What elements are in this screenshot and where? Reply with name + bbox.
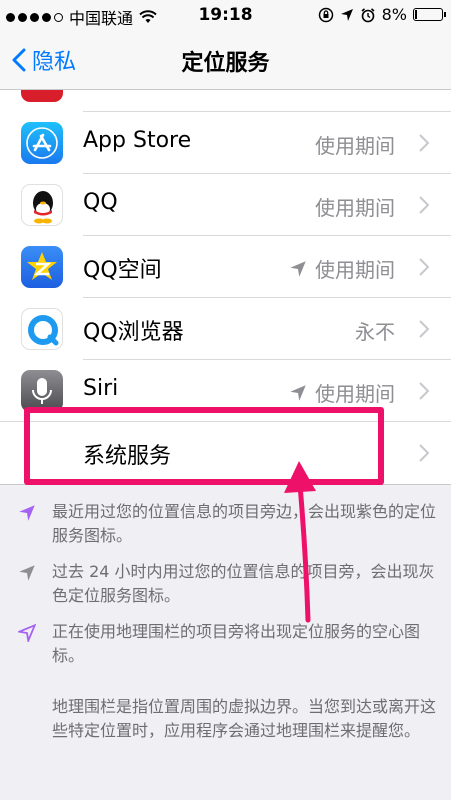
location-arrow-icon [290, 384, 306, 401]
list-item-qq-browser[interactable]: QQ浏览器 永不 [0, 298, 451, 360]
status-right: 8% [318, 5, 446, 24]
chevron-right-icon [419, 320, 429, 338]
chevron-right-icon [419, 196, 429, 214]
qq-icon [21, 184, 63, 226]
status-bar: 中国联通 19:18 8% [0, 0, 451, 30]
app-name: Siri [83, 376, 119, 401]
app-store-icon [21, 122, 63, 164]
navigation-bar: 隐私 定位服务 [0, 30, 451, 90]
location-arrow-icon [19, 505, 35, 521]
app-name: QQ空间 [83, 258, 162, 283]
location-arrow-icon [340, 8, 353, 21]
qzone-icon [21, 246, 63, 288]
location-permission: 使用期间 [289, 254, 395, 283]
location-arrow-outline-icon [18, 624, 36, 642]
geofence-explanation: 地理围栏是指位置周围的虚拟边界。当您到达或离开这些特定位置时，应用程序会通过地理… [52, 697, 437, 740]
app-name: QQ浏览器 [83, 320, 184, 345]
legend-item-24h: 过去 24 小时内用过您的位置信息的项目旁，会出现灰色定位服务图标。 [18, 560, 438, 608]
location-permission: 使用期间 [315, 196, 395, 220]
list-item-partial[interactable] [0, 90, 451, 112]
location-permission: 使用期间 [315, 134, 395, 158]
battery-icon [413, 8, 446, 21]
legend-item-recent: 最近用过您的位置信息的项目旁边，会出现紫色的定位服务图标。 [18, 500, 438, 548]
location-arrow-icon [19, 565, 35, 581]
battery-percent: 8% [381, 5, 407, 24]
page-title: 定位服务 [181, 51, 270, 76]
chevron-right-icon [419, 258, 429, 276]
location-permission: 永不 [355, 320, 395, 344]
siri-icon [21, 370, 63, 412]
chevron-right-icon [419, 134, 429, 152]
bank-app-icon [21, 90, 63, 102]
app-name: App Store [83, 128, 192, 153]
location-arrow-icon [290, 260, 306, 277]
location-permission: 使用期间 [289, 378, 395, 407]
pointer-arrow-icon [284, 461, 316, 623]
chevron-right-icon [419, 444, 429, 462]
list-item-app-store[interactable]: App Store 使用期间 [0, 112, 451, 174]
list-item-qq[interactable]: QQ 使用期间 [0, 174, 451, 236]
qq-browser-icon [21, 308, 63, 350]
list-item-qzone[interactable]: QQ空间 使用期间 [0, 236, 451, 298]
battery-fill [415, 10, 417, 19]
alarm-icon [361, 7, 375, 22]
rotation-lock-icon [318, 7, 333, 22]
legend-item-geofence: 正在使用地理围栏的项目旁将出现定位服务的空心图标。 [18, 620, 438, 668]
chevron-right-icon [419, 382, 429, 400]
app-name: QQ [83, 190, 118, 215]
